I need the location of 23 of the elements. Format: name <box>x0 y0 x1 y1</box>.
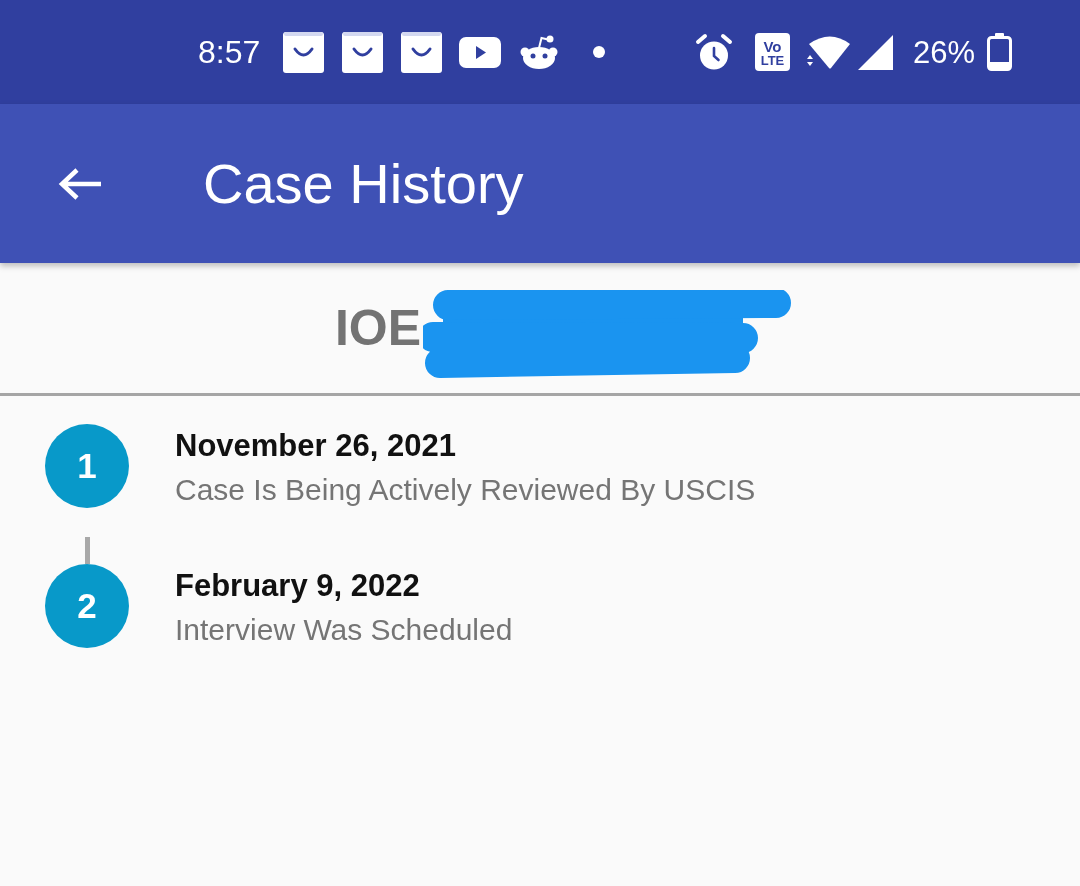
status-time: 8:57 <box>198 36 261 68</box>
volte-badge: Vo LTE <box>754 33 790 71</box>
shopping-bag-icon <box>283 31 325 73</box>
alarm-clock-icon <box>694 33 733 71</box>
event-status: Case Is Being Actively Reviewed By USCIS <box>175 472 756 508</box>
video-play-icon <box>459 36 502 68</box>
event-date: November 26, 2021 <box>175 427 456 465</box>
shopping-bag-icon <box>401 31 443 73</box>
shopping-bag-icon <box>342 31 384 73</box>
event-status: Interview Was Scheduled <box>175 612 513 648</box>
arrow-left-icon <box>57 166 103 201</box>
screen-title: Case History <box>203 150 524 217</box>
timeline-connector <box>85 537 90 564</box>
wifi-icon <box>805 35 850 69</box>
step-number: 1 <box>45 424 129 508</box>
case-number: IOE <box>334 299 422 358</box>
battery-percentage: 26% <box>912 36 975 68</box>
signal-icon <box>857 34 893 70</box>
notification-dot-icon <box>593 46 606 58</box>
alien-head-icon <box>519 34 560 70</box>
battery-icon <box>987 33 1012 71</box>
event-date: February 9, 2022 <box>175 567 420 605</box>
step-number: 2 <box>45 564 129 648</box>
